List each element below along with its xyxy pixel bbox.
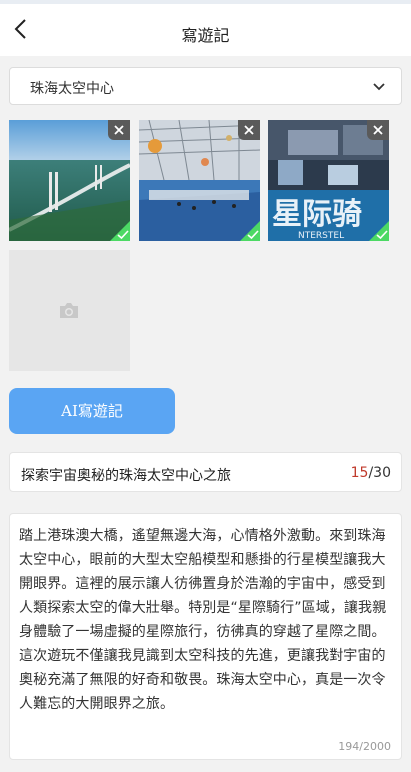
content-text: 踏上港珠澳大橋，遙望無邊大海，心情格外激動。來到珠海太空中心，眼前的大型太空船模… xyxy=(19,528,387,712)
title-char-count: 15/30 xyxy=(351,465,391,481)
sign-photo[interactable]: 星际骑 NTERSTEL xyxy=(268,120,389,241)
title-input[interactable]: 探索宇宙奧秘的珠海太空中心之旅 15/30 xyxy=(9,452,402,492)
close-icon xyxy=(373,125,383,135)
chevron-down-icon xyxy=(373,83,385,91)
remove-photo-button[interactable] xyxy=(108,120,130,140)
location-select[interactable]: 珠海太空中心 xyxy=(9,67,402,105)
remove-photo-button[interactable] xyxy=(367,120,389,140)
bridge-photo[interactable] xyxy=(9,120,130,241)
content-char-count: 194/2000 xyxy=(338,740,391,753)
location-value: 珠海太空中心 xyxy=(30,81,114,97)
svg-text:NTERSTEL: NTERSTEL xyxy=(298,231,344,241)
check-icon xyxy=(117,230,129,240)
page-title: 寫遊記 xyxy=(181,26,230,45)
top-bar: 寫遊記 xyxy=(0,0,411,56)
close-icon xyxy=(244,125,254,135)
svg-text:星际骑: 星际骑 xyxy=(272,197,362,232)
close-icon xyxy=(114,125,124,135)
check-icon xyxy=(376,230,388,240)
camera-icon xyxy=(60,303,78,318)
content-textarea[interactable]: 踏上港珠澳大橋，遙望無邊大海，心情格外激動。來到珠海太空中心，眼前的大型太空船模… xyxy=(9,513,402,760)
title-count-current: 15 xyxy=(350,465,369,481)
title-value: 探索宇宙奧秘的珠海太空中心之旅 xyxy=(21,468,231,484)
ai-write-button[interactable]: AI寫遊記 xyxy=(9,388,175,434)
hall-photo[interactable] xyxy=(139,120,260,241)
remove-photo-button[interactable] xyxy=(238,120,260,140)
title-count-max: /30 xyxy=(368,465,391,481)
check-icon xyxy=(247,230,259,240)
add-photo-button[interactable] xyxy=(9,250,130,371)
